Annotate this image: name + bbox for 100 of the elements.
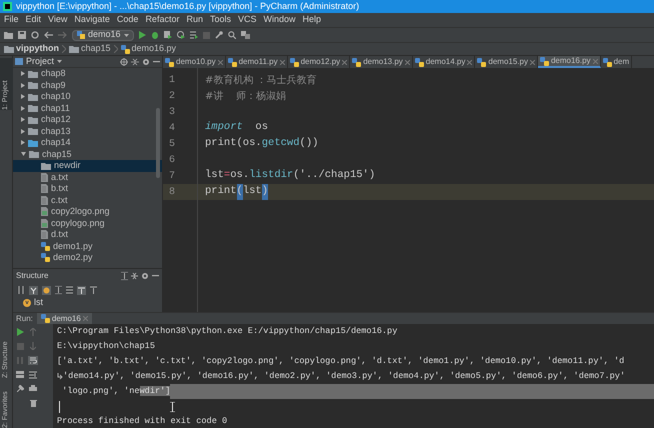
tree-item[interactable]: a.txt (13, 172, 162, 183)
autoscroll-from-icon[interactable] (90, 286, 97, 294)
tree-item[interactable]: demo2.py (13, 252, 162, 264)
sort-icon[interactable] (17, 286, 25, 294)
run-icon[interactable] (138, 31, 146, 39)
menu-item[interactable]: View (48, 13, 68, 27)
editor-tab[interactable]: demo15.py (475, 56, 538, 68)
menu-item[interactable]: Window (264, 13, 296, 27)
collapsed-arrow-icon[interactable] (21, 82, 25, 88)
fields-toggle-icon[interactable] (29, 286, 38, 294)
back-arrow-icon[interactable] (44, 31, 53, 39)
panel-title[interactable]: Project (26, 54, 54, 68)
coverage-icon[interactable] (164, 31, 172, 39)
code-line: lst=os.listdir('../chap15') (204, 168, 376, 184)
menu-item[interactable]: Code (116, 13, 138, 27)
tree-item[interactable]: copy2logo.png (13, 206, 162, 218)
minimize-icon[interactable] (153, 60, 160, 62)
image-file-icon (41, 207, 48, 216)
concurrency-icon[interactable] (190, 31, 198, 39)
menu-item[interactable]: Refactor (145, 13, 180, 27)
collapse-all-icon[interactable] (131, 272, 138, 280)
run-config-dropdown[interactable]: demo16 (72, 30, 134, 40)
breadcrumb-item[interactable]: chap15 (81, 42, 111, 56)
expand-all-icon[interactable] (121, 272, 128, 280)
tree-item[interactable]: chap12 (13, 114, 162, 126)
console-output: 'demo14.py', 'demo15.py', 'demo16.py', 'demo2.py', 'demo3.py', 'demo4.py', 'demo5.py', 'demo6.py', 'demo7.py' (63, 370, 626, 383)
tree-item[interactable]: chap14 (13, 137, 162, 148)
tree-item[interactable]: newdir (13, 160, 162, 172)
tree-item[interactable]: copylogo.png (13, 218, 162, 229)
tree-item[interactable]: d.txt (13, 229, 162, 240)
search-icon[interactable] (228, 31, 236, 39)
variable-toggle-icon[interactable] (42, 286, 51, 294)
close-icon[interactable] (530, 60, 535, 64)
collapsed-arrow-icon[interactable] (21, 117, 25, 122)
menu-item[interactable]: File (4, 13, 19, 27)
editor-tab[interactable]: demo13.py (350, 56, 413, 68)
breadcrumb-item[interactable]: demo16.py (132, 42, 176, 56)
tree-item[interactable]: c.txt (13, 194, 162, 206)
locate-icon[interactable] (120, 58, 128, 66)
panel-title[interactable]: Structure (16, 270, 48, 282)
trash-icon[interactable] (30, 399, 36, 407)
close-icon[interactable] (218, 60, 223, 64)
profile-icon[interactable] (176, 31, 185, 39)
collapsed-arrow-icon[interactable] (21, 71, 25, 76)
settings-icon[interactable] (141, 272, 149, 280)
refresh-icon[interactable] (31, 31, 39, 39)
tree-item[interactable]: chap15 (13, 148, 162, 160)
tasks-icon[interactable] (240, 31, 250, 39)
save-icon[interactable] (18, 31, 26, 39)
print-icon[interactable] (29, 385, 37, 393)
close-icon[interactable] (467, 60, 472, 64)
autoscroll-to-icon[interactable] (77, 286, 86, 294)
close-icon[interactable] (342, 60, 348, 64)
python-file-icon (477, 58, 486, 66)
soft-wrap-mark-icon (57, 373, 63, 380)
tree-item[interactable]: demo1.py (13, 240, 162, 252)
editor-tab[interactable]: demo14.py (412, 56, 476, 68)
editor-tab[interactable]: demo16.py (538, 56, 601, 68)
editor-tab[interactable]: demo11.py (226, 56, 288, 68)
editor-tab[interactable]: demo10.py (163, 56, 226, 68)
editor-tab[interactable]: dem (600, 56, 632, 68)
code-line: print(os.getcwd()) (204, 136, 318, 152)
tree-item[interactable]: b.txt (13, 183, 162, 194)
layout-icon[interactable] (16, 371, 24, 378)
minimize-icon[interactable] (152, 275, 159, 277)
soft-wrap-icon[interactable] (28, 356, 38, 365)
run-icon[interactable] (16, 328, 24, 336)
close-icon[interactable] (404, 60, 410, 64)
settings-icon[interactable] (142, 58, 150, 66)
expand-icon[interactable] (55, 286, 62, 294)
line-number: 7 (168, 170, 176, 184)
bug-icon[interactable] (150, 31, 159, 39)
line-number: 3 (168, 106, 176, 120)
collapsed-arrow-icon[interactable] (21, 94, 25, 100)
editor-tab[interactable]: demo12.py (288, 56, 350, 68)
collapsed-arrow-icon[interactable] (21, 128, 25, 134)
collapsed-arrow-icon[interactable] (21, 106, 25, 111)
tree-item[interactable]: chap8 (13, 68, 162, 80)
tree-item[interactable]: chap11 (13, 102, 162, 114)
breadcrumb-item[interactable]: vippython (16, 42, 59, 56)
menu-item[interactable]: Navigate (74, 13, 110, 27)
expanded-arrow-icon[interactable] (21, 152, 26, 156)
wrench-icon[interactable] (214, 31, 223, 39)
run-tab[interactable]: demo16 (36, 313, 92, 324)
menu-item[interactable]: Tools (210, 13, 231, 27)
menu-item[interactable]: VCS (238, 13, 256, 27)
close-icon[interactable] (280, 60, 285, 64)
console-output: ['a.txt', 'b.txt', 'c.txt', 'copy2logo.png', 'copylogo.png', 'd.txt', 'demo1.py', 'demo10.py', 'demo11.py', 'd (57, 355, 624, 368)
code-line: #教育机构 ：马士兵教育 (204, 74, 317, 88)
tree-item[interactable]: chap9 (13, 80, 162, 91)
collapse-icon[interactable] (131, 58, 139, 66)
collapsed-arrow-icon[interactable] (21, 140, 25, 146)
tree-item[interactable]: chap13 (13, 126, 162, 137)
menu-item[interactable]: Run (186, 13, 203, 27)
image-file-icon (41, 218, 48, 228)
menu-item[interactable]: Help (302, 13, 322, 27)
collapse-icon[interactable] (66, 286, 73, 294)
menu-item[interactable]: Edit (26, 13, 42, 27)
scroll-end-icon[interactable] (29, 371, 37, 379)
tree-item[interactable]: chap10 (13, 91, 162, 102)
